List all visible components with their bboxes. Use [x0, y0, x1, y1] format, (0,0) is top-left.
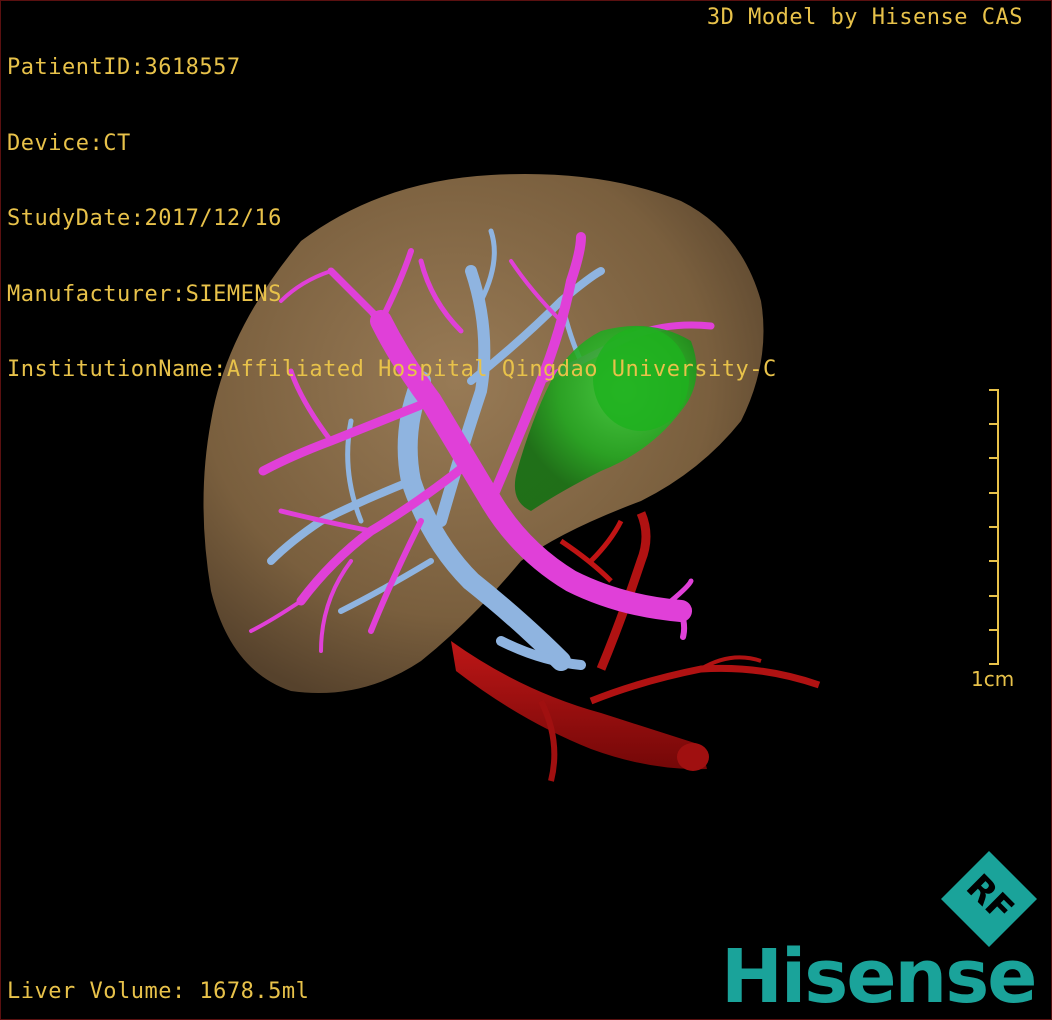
- manufacturer-text: Manufacturer:SIEMENS: [7, 281, 282, 307]
- model-title-text: 3D Model by Hisense CAS: [706, 5, 1023, 30]
- study-date-text: StudyDate:2017/12/16: [7, 206, 282, 231]
- device-text: Device:CT: [7, 130, 131, 156]
- scale-bar-label: 1cm: [971, 667, 1015, 691]
- dicom-info-block: PatientID:3618557 Device:CT StudyDate:20…: [7, 5, 777, 433]
- hisense-logo: Hisense: [721, 934, 1037, 1020]
- patient-id-text: PatientID:3618557: [7, 55, 241, 80]
- scale-bar: [989, 389, 999, 665]
- liver-volume-text: Liver Volume: 1678.5ml: [7, 979, 310, 1004]
- 3d-viewer[interactable]: PatientID:3618557 Device:CT StudyDate:20…: [0, 0, 1052, 1020]
- institution-text: InstitutionName:Affiliated Hospital Qing…: [7, 357, 777, 382]
